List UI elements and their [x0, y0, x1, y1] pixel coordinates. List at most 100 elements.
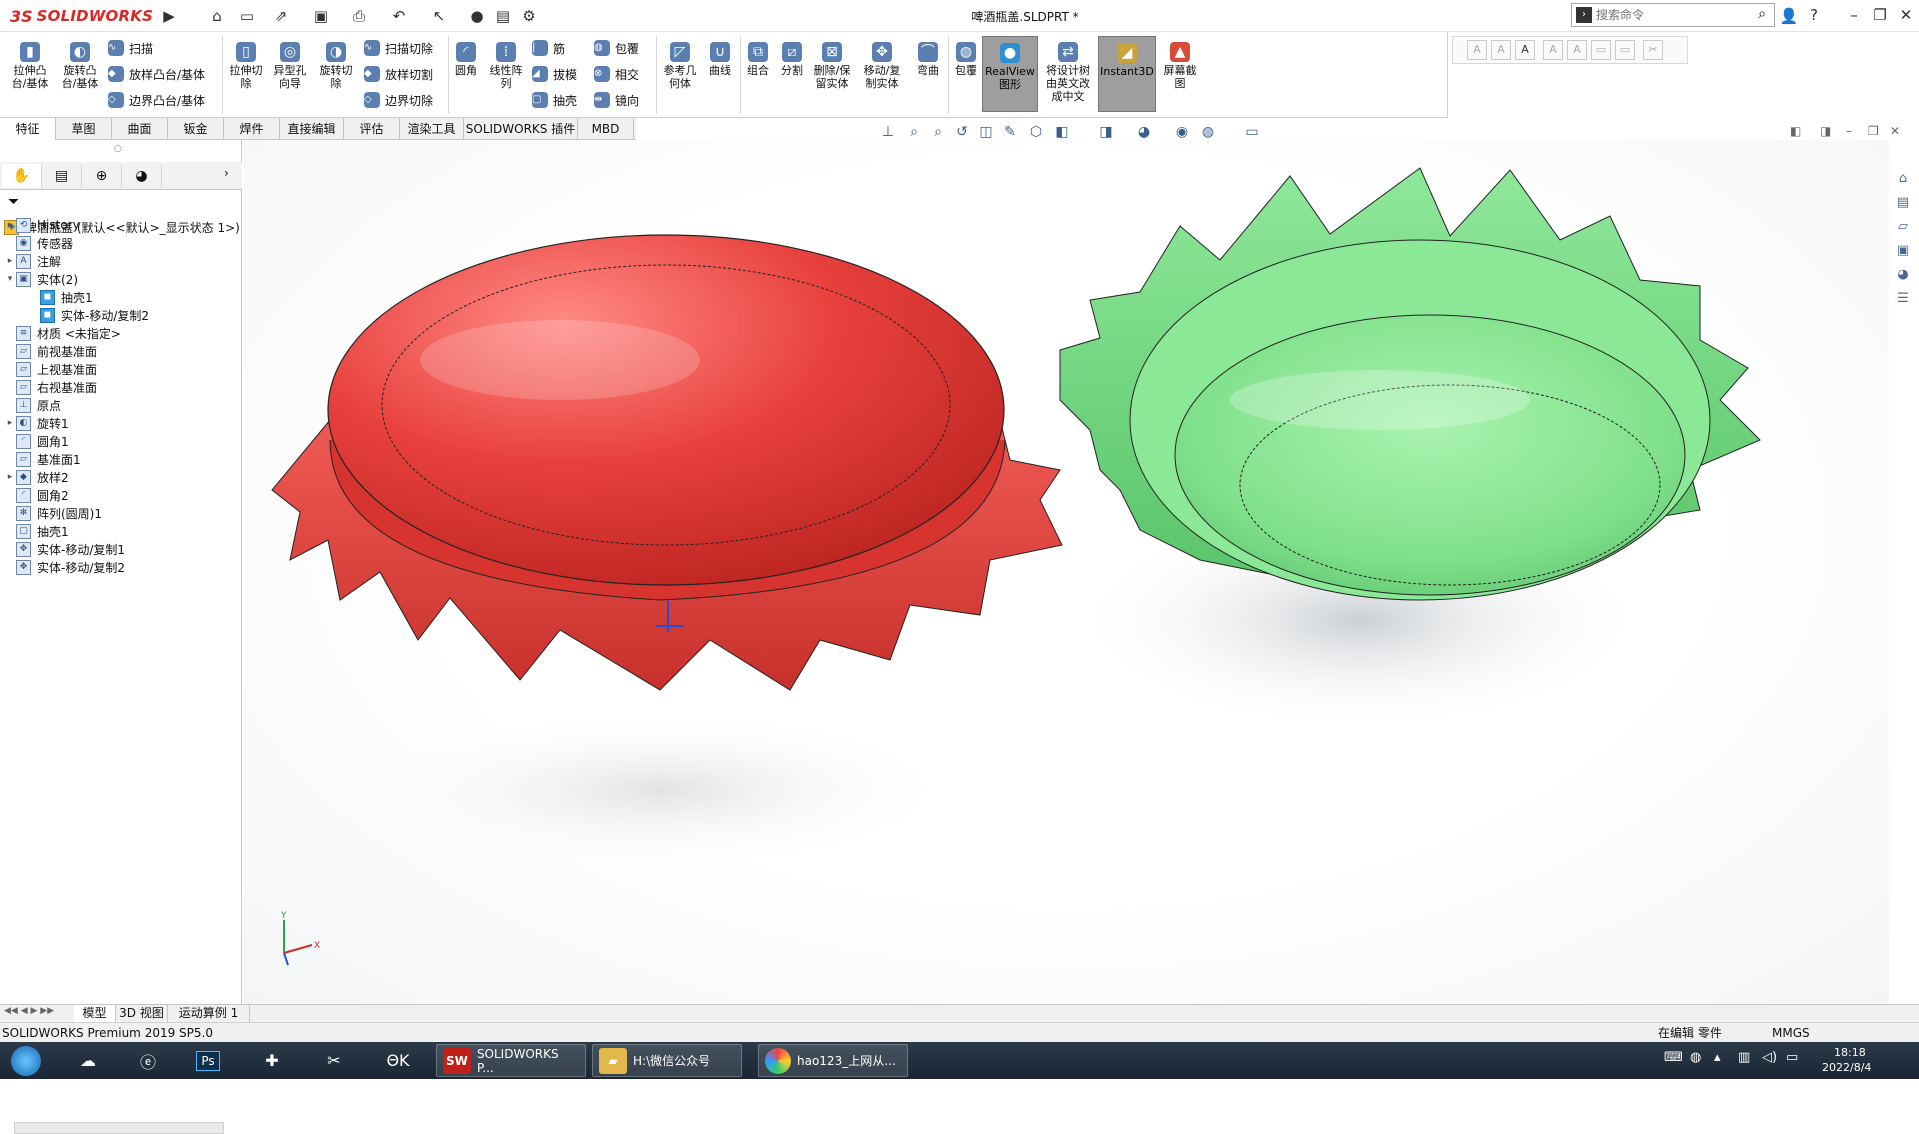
- start-button-icon[interactable]: [4, 1044, 48, 1077]
- tree-item[interactable]: ▱ 上视基准面: [4, 360, 97, 378]
- boundary-boss-button[interactable]: ◇ 边界凸台/基体: [108, 90, 205, 110]
- tree-item[interactable]: ▱ 前视基准面: [4, 342, 97, 360]
- new-document-icon[interactable]: ▭: [236, 5, 258, 27]
- expand-toggle-icon[interactable]: ▸: [4, 256, 16, 266]
- viewport-restore-icon[interactable]: ❐: [1868, 124, 1879, 138]
- tree-item[interactable]: ≡ 材质 <未指定>: [4, 324, 121, 342]
- view-triad[interactable]: Y X: [280, 911, 320, 966]
- save-icon[interactable]: ▣: [310, 5, 332, 27]
- display-style-icon[interactable]: ◧: [1052, 122, 1072, 142]
- custom-properties-icon[interactable]: ☰: [1892, 288, 1914, 310]
- open-icon[interactable]: ⇗: [270, 5, 292, 27]
- task-browser[interactable]: hao123_上网从...: [758, 1044, 908, 1077]
- realview-button[interactable]: ● RealView 图形: [982, 36, 1038, 112]
- reference-geometry-button[interactable]: ◸ 参考几 何体: [658, 42, 702, 90]
- fillet-button[interactable]: ◜ 圆角: [444, 42, 488, 77]
- tab-sketch[interactable]: 草图: [56, 118, 112, 140]
- home-icon[interactable]: ⌂: [206, 5, 228, 27]
- viewport-minimize-icon[interactable]: –: [1846, 124, 1852, 138]
- tree-item[interactable]: ◼ 抽壳1: [28, 288, 93, 306]
- print-icon[interactable]: ⎙: [348, 5, 370, 27]
- loft-boss-button[interactable]: ◆ 放样凸台/基体: [108, 64, 205, 84]
- search-input[interactable]: [1596, 6, 1746, 24]
- hole-wizard-button[interactable]: ◎ 异型孔 向导: [268, 42, 312, 90]
- clock-time[interactable]: 18:18: [1834, 1046, 1866, 1059]
- file-explorer-icon[interactable]: ▱: [1892, 216, 1914, 238]
- configuration-manager-tab-icon[interactable]: ⊕: [82, 164, 122, 188]
- expand-toggle-icon[interactable]: ▸: [4, 472, 16, 482]
- more-tabs-chevron-icon[interactable]: ›: [224, 166, 229, 180]
- hide-show-icon[interactable]: ◨: [1096, 122, 1116, 142]
- cloud-app-icon[interactable]: ☁: [66, 1044, 110, 1077]
- scissors-app-icon[interactable]: ✂: [312, 1044, 356, 1077]
- property-manager-tab-icon[interactable]: ▤: [42, 164, 82, 188]
- solidworks-logo[interactable]: 3S SOLIDWORKS: [10, 3, 156, 29]
- help-button[interactable]: ?: [1800, 3, 1828, 27]
- section-view-icon[interactable]: ◫: [976, 122, 996, 142]
- move-copy-body-button[interactable]: ✥ 移动/复 制实体: [860, 42, 904, 90]
- zoom-area-icon[interactable]: ⌕: [928, 122, 948, 142]
- tree-item[interactable]: ▢ 抽壳1: [4, 522, 69, 540]
- note-icon[interactable]: A: [1515, 40, 1535, 60]
- rebuild-icon[interactable]: ●: [466, 5, 488, 27]
- tab-features[interactable]: 特征: [0, 118, 56, 140]
- view-settings-icon[interactable]: ▭: [1242, 122, 1262, 142]
- viewport-close-icon[interactable]: ✕: [1890, 124, 1900, 138]
- draft-button[interactable]: ◢ 拔模: [532, 64, 577, 84]
- tree-item[interactable]: ◜ 圆角1: [4, 432, 69, 450]
- tree-item[interactable]: ▸ ◐ 旋转1: [4, 414, 69, 432]
- tree-item[interactable]: ⊥ 原点: [4, 396, 61, 414]
- tree-horizontal-scrollbar[interactable]: [14, 1122, 224, 1134]
- tab-mbd[interactable]: MBD: [578, 118, 634, 140]
- tree-item[interactable]: ◉ 传感器: [4, 234, 73, 252]
- panel-grip-icon[interactable]: ○: [114, 144, 122, 154]
- tree-item[interactable]: ◼ 实体-移动/复制2: [28, 306, 149, 324]
- tab-render-tools[interactable]: 渲染工具: [400, 118, 464, 140]
- expand-toggle-icon[interactable]: ▸: [4, 418, 16, 428]
- search-icon[interactable]: ⌕: [1758, 6, 1766, 22]
- tab-weldments[interactable]: 焊件: [224, 118, 280, 140]
- tab-direct-editing[interactable]: 直接编辑: [280, 118, 344, 140]
- shell-button[interactable]: ▢ 抽壳: [532, 90, 577, 110]
- tray-app-icon[interactable]: ◍: [1690, 1050, 1701, 1065]
- tree-item[interactable]: ▱ 右视基准面: [4, 378, 97, 396]
- rib-button[interactable]: | 筋: [532, 38, 565, 58]
- model-view-svg[interactable]: Y X: [244, 140, 1889, 1004]
- sweep-button[interactable]: ∿ 扫描: [108, 38, 153, 58]
- options-gear-icon[interactable]: ⚙: [518, 5, 540, 27]
- revolve-boss-button[interactable]: ◐ 旋转凸 台/基体: [58, 42, 102, 90]
- tab-sheet-metal[interactable]: 钣金: [168, 118, 224, 140]
- unit-system[interactable]: MMGS: [1772, 1023, 1810, 1043]
- tree-item[interactable]: ▸ ⟲ History: [4, 216, 80, 234]
- tree-item[interactable]: ◜ 圆角2: [4, 486, 69, 504]
- tab-surfaces[interactable]: 曲面: [112, 118, 168, 140]
- tree-item[interactable]: ▱ 基准面1: [4, 450, 81, 468]
- delete-keep-body-button[interactable]: ⊠ 删除/保 留实体: [810, 42, 854, 90]
- recorder-app-icon[interactable]: ΘK: [376, 1044, 420, 1077]
- menu-expand-icon[interactable]: ▶: [158, 5, 180, 27]
- task-folder[interactable]: ▰ H:\微信公众号: [592, 1044, 742, 1077]
- expand-toggle-icon[interactable]: ▸: [4, 220, 16, 230]
- view-orientation-icon[interactable]: ⬡: [1026, 122, 1046, 142]
- undo-icon[interactable]: ↶: [388, 5, 410, 27]
- tree-item[interactable]: ▾ ▣ 实体(2): [4, 270, 78, 288]
- tab-evaluate[interactable]: 评估: [344, 118, 400, 140]
- design-library-icon[interactable]: ▤: [1892, 192, 1914, 214]
- minimize-button[interactable]: –: [1840, 3, 1868, 27]
- feature-manager-tab-icon[interactable]: ✋: [2, 164, 42, 188]
- tree-item[interactable]: ✥ 实体-移动/复制1: [4, 540, 125, 558]
- intersect-button[interactable]: ⊗ 相交: [594, 64, 639, 84]
- wrap-small-button[interactable]: ◍ 包覆: [594, 38, 639, 58]
- tree-item[interactable]: ▸ ◆ 放样2: [4, 468, 69, 486]
- lofted-cut-button[interactable]: ◆ 放样切割: [364, 64, 433, 84]
- mirror-button[interactable]: ⇹ 镜向: [594, 90, 639, 110]
- tab-scroll-arrows-icon[interactable]: ◀◀ ◀ ▶ ▶▶: [4, 1006, 70, 1022]
- filter-icon[interactable]: ⏷: [8, 194, 19, 210]
- file-properties-icon[interactable]: ▤: [492, 5, 514, 27]
- appearances-icon[interactable]: ◕: [1892, 264, 1914, 286]
- user-icon[interactable]: 👤: [1778, 5, 1800, 27]
- tab-motion-study[interactable]: 运动算例 1: [168, 1005, 250, 1023]
- tree-item[interactable]: ▸ A 注解: [4, 252, 61, 270]
- scene-icon[interactable]: ◉: [1172, 122, 1192, 142]
- zoom-to-fit-icon[interactable]: ⌕: [904, 122, 924, 142]
